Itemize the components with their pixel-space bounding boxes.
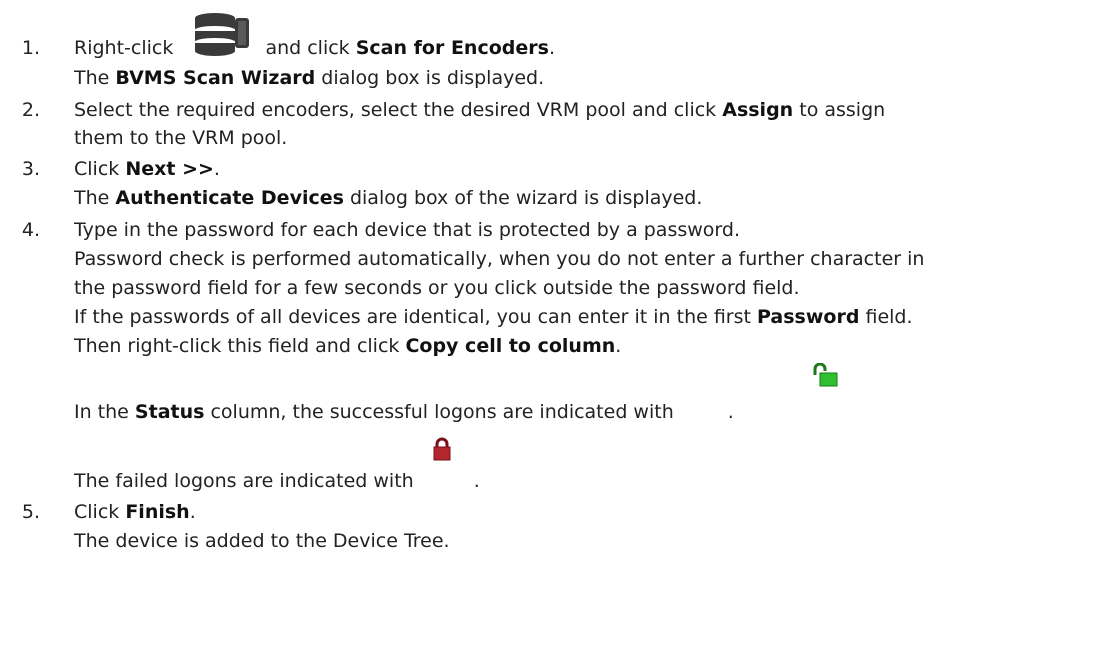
text-segment: The bbox=[74, 187, 110, 209]
ui-term: Assign bbox=[722, 99, 794, 121]
step-text-line: Right-click and click Scan for Encoders. bbox=[74, 36, 555, 60]
ui-term: Copy cell to column bbox=[405, 335, 616, 357]
ui-term: Scan for Encoders bbox=[355, 37, 549, 59]
step-text-line: Click Next >>. bbox=[74, 157, 220, 181]
server-stack-icon bbox=[195, 13, 249, 56]
text-segment: Select the required encoders, select the… bbox=[74, 99, 717, 121]
unlocked-padlock-icon bbox=[813, 363, 838, 387]
ui-term: Status bbox=[134, 401, 205, 423]
text-segment: In the bbox=[74, 401, 129, 423]
ui-term: Finish bbox=[125, 501, 190, 523]
ui-term: Password bbox=[757, 306, 860, 328]
text-segment: The failed logons are indicated with bbox=[74, 470, 414, 492]
step-text-line: the password field for a few seconds or … bbox=[74, 276, 800, 300]
ui-term: BVMS Scan Wizard bbox=[115, 67, 316, 89]
step-text-line: The failed logons are indicated with . bbox=[74, 469, 480, 493]
text-segment: dialog box is displayed. bbox=[321, 67, 545, 89]
text-segment: dialog box of the wizard is displayed. bbox=[349, 187, 703, 209]
text-segment: Password check is performed automaticall… bbox=[74, 248, 925, 270]
text-segment: . bbox=[473, 470, 480, 492]
text-segment: . bbox=[615, 335, 622, 357]
step-text-line: The device is added to the Device Tree. bbox=[74, 529, 450, 553]
text-segment: Right-click bbox=[74, 37, 174, 59]
text-segment: Then right-click this field and click bbox=[74, 335, 400, 357]
step-number: 5. bbox=[21, 501, 40, 523]
step-number: 4. bbox=[21, 219, 40, 241]
step-number: 1. bbox=[21, 37, 40, 59]
text-segment: and click bbox=[265, 37, 350, 59]
text-segment: field. bbox=[865, 306, 913, 328]
step-text-line: Then right-click this field and click Co… bbox=[74, 334, 621, 358]
step-text-line: If the passwords of all devices are iden… bbox=[74, 305, 913, 329]
text-segment: them to the VRM pool. bbox=[74, 127, 288, 149]
text-segment: The device is added to the Device Tree. bbox=[74, 530, 450, 552]
ui-term: Next >> bbox=[125, 158, 214, 180]
step-text-line: Select the required encoders, select the… bbox=[74, 98, 885, 122]
step-number: 2. bbox=[21, 99, 40, 121]
locked-padlock-icon bbox=[433, 437, 451, 461]
step-text-line: The Authenticate Devices dialog box of t… bbox=[74, 186, 702, 210]
ui-term: Authenticate Devices bbox=[115, 187, 344, 209]
step-text-line: Type in the password for each device tha… bbox=[74, 218, 740, 242]
step-text-line: In the Status column, the successful log… bbox=[74, 400, 734, 424]
text-segment: the password field for a few seconds or … bbox=[74, 277, 800, 299]
step-text-line: Click Finish. bbox=[74, 500, 196, 524]
step-text-line: them to the VRM pool. bbox=[74, 126, 287, 150]
text-segment: . bbox=[189, 501, 196, 523]
step-text-line: Password check is performed automaticall… bbox=[74, 247, 924, 271]
text-segment: . bbox=[213, 158, 220, 180]
text-segment: Click bbox=[74, 501, 120, 523]
text-segment: If the passwords of all devices are iden… bbox=[74, 306, 751, 328]
text-segment: Type in the password for each device tha… bbox=[74, 219, 740, 241]
text-segment: . bbox=[727, 401, 734, 423]
text-segment: column, the successful logons are indica… bbox=[210, 401, 674, 423]
step-text-line: The BVMS Scan Wizard dialog box is displ… bbox=[74, 66, 544, 90]
text-segment: . bbox=[548, 37, 555, 59]
step-number: 3. bbox=[21, 158, 40, 180]
text-segment: Click bbox=[74, 158, 120, 180]
text-segment: The bbox=[74, 67, 110, 89]
text-segment: to assign bbox=[799, 99, 886, 121]
